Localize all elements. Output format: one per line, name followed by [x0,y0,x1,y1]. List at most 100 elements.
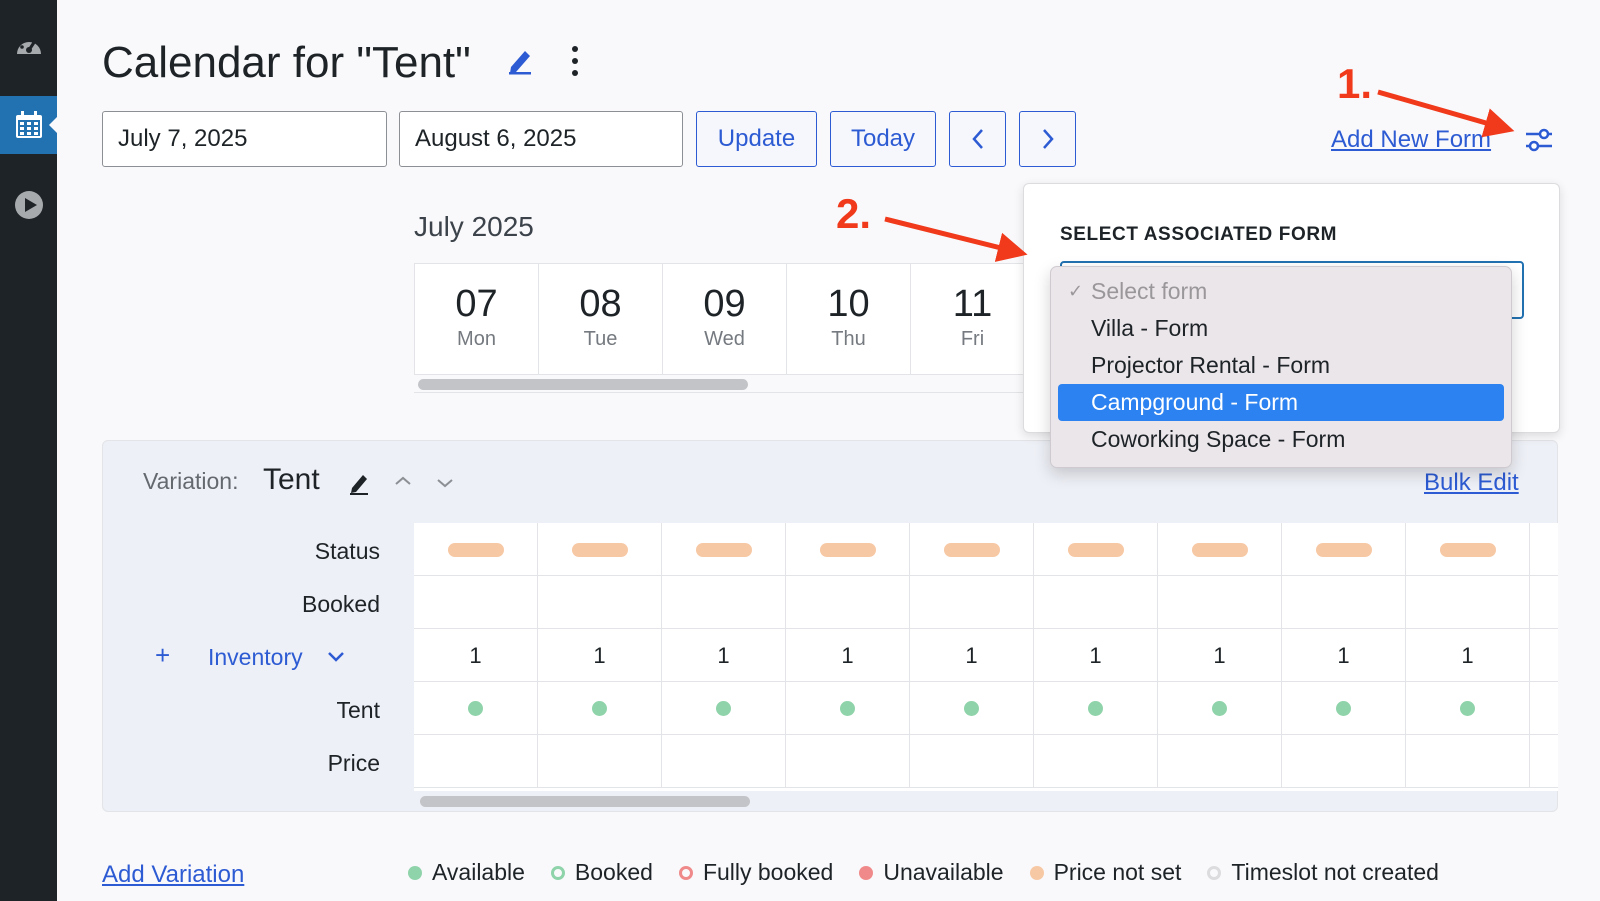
tent-availability-cell[interactable] [1282,682,1406,735]
move-variation-down-button[interactable] [435,476,455,495]
grid-cell[interactable] [1530,735,1558,788]
status-cell[interactable] [786,523,910,576]
day-strip-divider [414,392,1024,393]
price-cell[interactable] [1158,735,1282,788]
booked-cell[interactable] [662,576,786,629]
status-cell[interactable] [910,523,1034,576]
tent-row-label: Tent [336,697,380,723]
status-row [414,523,1558,576]
booked-cell[interactable] [1282,576,1406,629]
available-dot [1460,701,1475,716]
booked-cell[interactable] [786,576,910,629]
today-button[interactable]: Today [830,111,936,167]
end-date-input[interactable]: August 6, 2025 [399,111,683,167]
dashboard-menu-item[interactable] [0,16,57,74]
status-cell[interactable] [1282,523,1406,576]
inventory-row: 1 1 1 1 1 1 1 1 1 [414,629,1558,682]
inventory-cell[interactable]: 1 [1158,629,1282,682]
tent-availability-cell[interactable] [1406,682,1530,735]
booked-cell[interactable] [1406,576,1530,629]
edit-title-button[interactable] [505,45,535,75]
form-option[interactable]: Villa - Form [1058,310,1504,347]
legend-item: Available [408,859,525,886]
previous-range-button[interactable] [949,111,1006,167]
tent-availability-cell[interactable] [910,682,1034,735]
legend-label: Available [432,859,525,885]
day-number: 08 [579,283,622,325]
tent-availability-cell[interactable] [786,682,910,735]
price-cell[interactable] [786,735,910,788]
more-options-button[interactable] [565,44,585,78]
grid-cell[interactable] [1530,523,1558,576]
legend-label: Fully booked [702,859,834,885]
legend-label: Unavailable [883,859,1004,885]
legend-swatch [678,865,693,880]
inventory-cell[interactable]: 1 [414,629,538,682]
booked-cell[interactable] [1034,576,1158,629]
form-option-label: Projector Rental - Form [1091,352,1331,378]
booked-cell[interactable] [538,576,662,629]
inventory-cell[interactable]: 1 [1282,629,1406,682]
grid-scrollbar[interactable] [420,796,750,807]
price-cell[interactable] [1282,735,1406,788]
add-new-form-link[interactable]: Add New Form [1331,126,1491,154]
price-cell[interactable] [414,735,538,788]
status-cell[interactable] [538,523,662,576]
tent-availability-cell[interactable] [538,682,662,735]
start-date-input[interactable]: July 7, 2025 [102,111,387,167]
status-cell[interactable] [1034,523,1158,576]
status-cell[interactable] [1406,523,1530,576]
day-strip-scrollbar[interactable] [418,379,748,390]
form-option[interactable]: Projector Rental - Form [1058,347,1504,384]
grid-cell[interactable] [1530,629,1558,682]
form-settings-button[interactable] [1524,126,1554,154]
legend-item: Booked [550,859,653,886]
form-option-highlighted[interactable]: Campground - Form [1058,384,1504,421]
next-range-button[interactable] [1019,111,1076,167]
inventory-cell[interactable]: 1 [538,629,662,682]
bulk-edit-link[interactable]: Bulk Edit [1424,469,1519,497]
booked-cell[interactable] [910,576,1034,629]
legend-swatch [859,865,874,880]
price-cell[interactable] [662,735,786,788]
price-cell[interactable] [1406,735,1530,788]
day-name: Thu [831,328,866,350]
move-variation-up-button[interactable] [393,474,413,493]
grid-cell[interactable] [1530,682,1558,735]
update-button[interactable]: Update [696,111,817,167]
tent-availability-cell[interactable] [662,682,786,735]
grid-cell[interactable] [1530,576,1558,629]
inventory-toggle[interactable]: Inventory [208,644,303,671]
inventory-expand-button[interactable] [326,650,346,669]
tent-availability-cell[interactable] [1158,682,1282,735]
price-cell[interactable] [538,735,662,788]
inventory-cell[interactable]: 1 [1034,629,1158,682]
inventory-cell[interactable]: 1 [662,629,786,682]
status-cell[interactable] [662,523,786,576]
inventory-cell[interactable]: 1 [1406,629,1530,682]
add-inventory-button[interactable]: + [155,640,170,671]
price-cell[interactable] [1034,735,1158,788]
form-option[interactable]: Coworking Space - Form [1058,421,1504,458]
status-legend: Available Booked Fully booked Unavailabl… [408,859,1465,886]
tent-availability-cell[interactable] [1034,682,1158,735]
tent-row [414,682,1558,735]
inventory-cell[interactable]: 1 [786,629,910,682]
booked-cell[interactable] [1158,576,1282,629]
form-option[interactable]: ✓ Select form [1058,273,1504,310]
vertical-ellipsis-icon [572,46,578,76]
status-cell[interactable] [414,523,538,576]
media-menu-item[interactable] [0,176,57,234]
inventory-cell[interactable]: 1 [910,629,1034,682]
available-dot [592,701,607,716]
booked-cell[interactable] [414,576,538,629]
price-cell[interactable] [910,735,1034,788]
day-name: Fri [960,328,985,350]
day-name: Wed [704,328,745,350]
legend-swatch [550,865,565,880]
tent-availability-cell[interactable] [414,682,538,735]
status-cell[interactable] [1158,523,1282,576]
edit-variation-button[interactable] [348,470,372,501]
add-variation-link[interactable]: Add Variation [102,861,244,889]
calendar-menu-item[interactable] [0,96,57,154]
